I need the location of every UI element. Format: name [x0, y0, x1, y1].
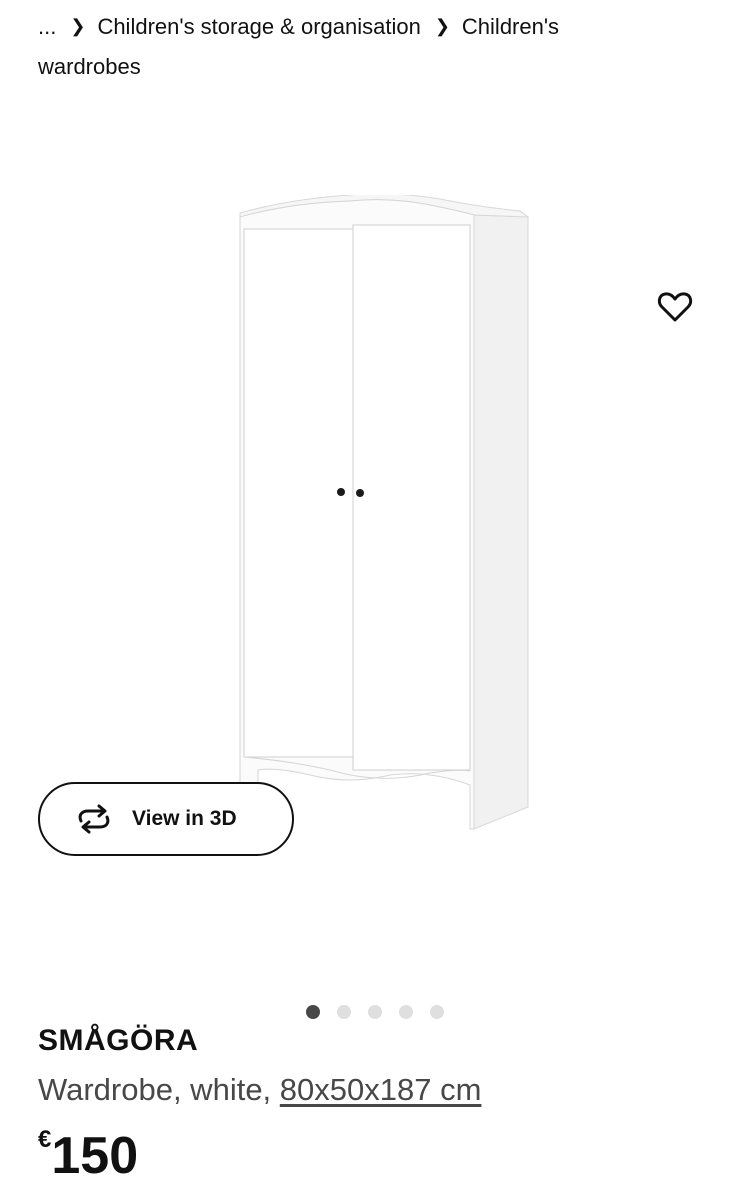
pagination-dot-3[interactable] [368, 1005, 382, 1019]
breadcrumb: ... ❯ Children's storage & organisation ❯ Ch… [38, 6, 638, 87]
rotate-arrows-icon [74, 804, 114, 834]
pagination-dot-4[interactable] [399, 1005, 413, 1019]
pagination-dot-5[interactable] [430, 1005, 444, 1019]
product-image[interactable] [230, 195, 540, 845]
pagination-dot-2[interactable] [337, 1005, 351, 1019]
price-currency: € [38, 1126, 52, 1153]
image-pagination [306, 1005, 444, 1019]
chevron-right-icon: ❯ [70, 16, 86, 36]
product-image-gallery[interactable]: View in 3D [0, 100, 753, 1019]
product-description: Wardrobe, white, 80x50x187 cm [38, 1072, 481, 1108]
product-price: €150 [38, 1126, 138, 1186]
view-in-3d-button[interactable]: View in 3D [38, 782, 294, 856]
favourite-button[interactable] [652, 286, 698, 328]
product-description-text: Wardrobe, white, [38, 1072, 280, 1107]
heart-icon [657, 292, 693, 322]
price-amount: 150 [51, 1127, 139, 1185]
breadcrumb-item-childrens-storage[interactable]: Children's storage & organisation [97, 14, 420, 39]
product-name: SMÅGÖRA [38, 1024, 199, 1057]
view-in-3d-label: View in 3D [132, 807, 237, 830]
chevron-right-icon: ❯ [434, 16, 450, 36]
breadcrumb-ellipsis[interactable]: ... [38, 14, 56, 39]
product-dimensions-link[interactable]: 80x50x187 cm [280, 1072, 482, 1107]
pagination-dot-1[interactable] [306, 1005, 320, 1019]
